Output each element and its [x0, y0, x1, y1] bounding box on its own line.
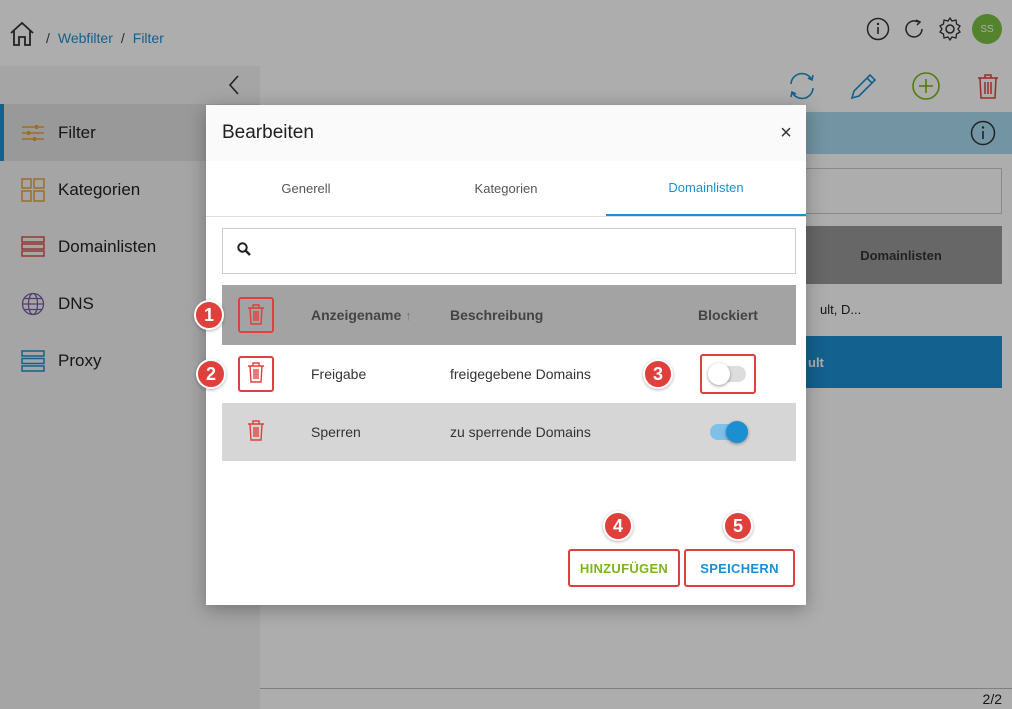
- blocked-toggle[interactable]: [710, 421, 748, 443]
- column-header-name[interactable]: Anzeigename ↑: [290, 307, 450, 323]
- trash-icon: [247, 361, 265, 388]
- annotation-badge-1: 1: [194, 300, 224, 330]
- delete-all-button[interactable]: [238, 297, 274, 333]
- row-description: zu sperrende Domains: [450, 424, 591, 440]
- annotation-badge-3: 3: [643, 359, 673, 389]
- annotation-badge-2: 2: [196, 359, 226, 389]
- edit-dialog: Bearbeiten × Generell Kategorien Domainl…: [206, 105, 806, 605]
- annotation-badge-5: 5: [723, 511, 753, 541]
- tab-domainlisten[interactable]: Domainlisten: [606, 161, 806, 216]
- dialog-title: Bearbeiten: [222, 122, 314, 143]
- trash-icon: [247, 303, 265, 328]
- blocked-toggle[interactable]: [708, 363, 746, 385]
- tab-generell[interactable]: Generell: [206, 161, 406, 216]
- blocked-toggle-wrapper: [700, 354, 756, 394]
- search-box: [222, 228, 796, 274]
- column-header-description[interactable]: Beschreibung: [450, 307, 660, 323]
- delete-row-button[interactable]: [238, 414, 274, 450]
- close-icon[interactable]: ×: [776, 122, 796, 144]
- toggle-knob: [708, 363, 730, 385]
- row-delete-cell: [222, 414, 290, 450]
- header-delete-cell: [222, 297, 290, 333]
- row-blocked-cell: [660, 421, 796, 443]
- row-name: Sperren: [311, 424, 361, 440]
- delete-row-button[interactable]: [238, 356, 274, 392]
- table-row: Freigabe freigegebene Domains: [222, 345, 796, 403]
- row-blocked-cell: [660, 354, 796, 394]
- row-name: Freigabe: [311, 366, 367, 382]
- add-button[interactable]: HINZUFÜGEN: [568, 549, 680, 587]
- search-icon: [237, 241, 251, 261]
- domainlist-table: Anzeigename ↑ Beschreibung Blockiert Frei…: [222, 285, 796, 461]
- table-header-row: Anzeigename ↑ Beschreibung Blockiert: [222, 285, 796, 345]
- sort-arrow-icon: ↑: [405, 308, 412, 323]
- table-row: Sperren zu sperrende Domains: [222, 403, 796, 461]
- tab-bar: Generell Kategorien Domainlisten: [206, 161, 806, 217]
- column-header-blocked[interactable]: Blockiert: [660, 307, 796, 323]
- column-header-name-label: Anzeigename: [311, 307, 402, 323]
- row-delete-cell: [222, 356, 290, 392]
- toggle-knob: [726, 421, 748, 443]
- trash-icon: [247, 419, 265, 446]
- tab-kategorien[interactable]: Kategorien: [406, 161, 606, 216]
- dialog-header: Bearbeiten: [206, 105, 806, 161]
- row-description: freigegebene Domains: [450, 366, 591, 382]
- save-button[interactable]: SPEICHERN: [684, 549, 795, 587]
- annotation-badge-4: 4: [603, 511, 633, 541]
- search-input[interactable]: [259, 243, 759, 259]
